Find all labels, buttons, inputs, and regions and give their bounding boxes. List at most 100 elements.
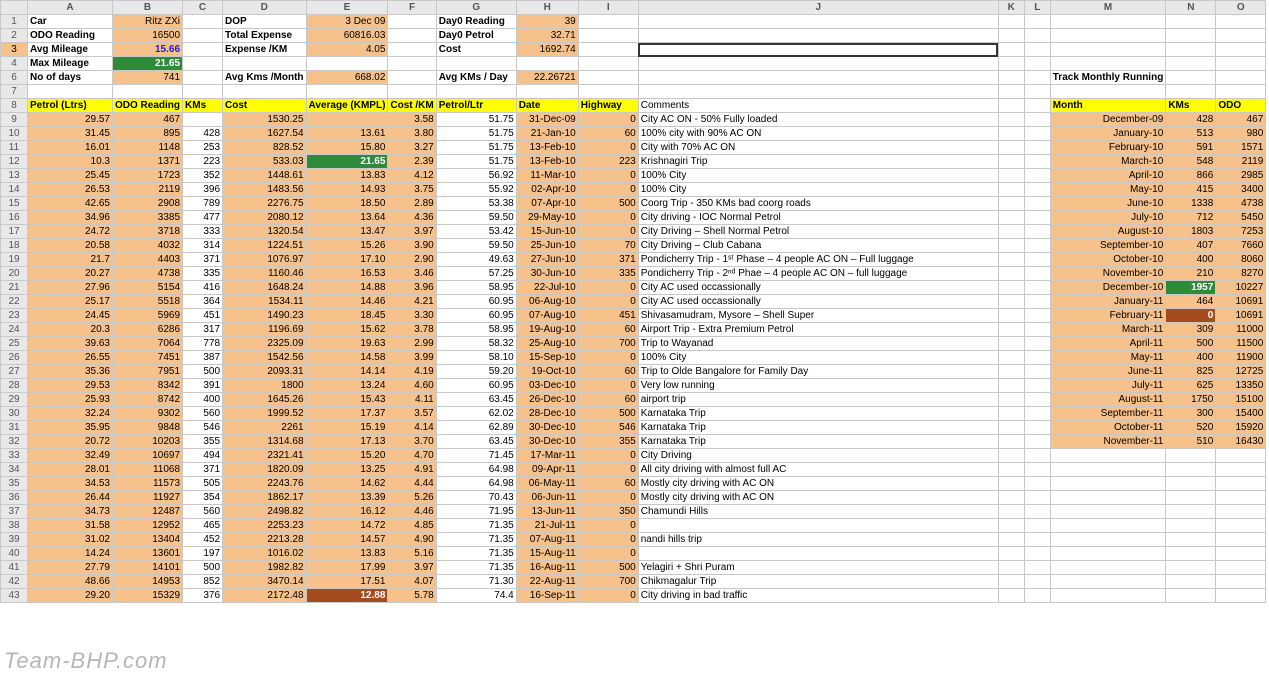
cell[interactable]: 32.24 (28, 407, 113, 421)
cell[interactable]: 11-Mar-10 (516, 169, 578, 183)
cell[interactable]: 396 (183, 183, 223, 197)
cell[interactable] (998, 323, 1024, 337)
cell[interactable] (1024, 281, 1050, 295)
cell[interactable]: 0 (578, 491, 638, 505)
cell[interactable]: 500 (578, 407, 638, 421)
cell[interactable]: 520 (1166, 421, 1216, 435)
cell[interactable] (1216, 561, 1266, 575)
cell[interactable]: Chikmagalur Trip (638, 575, 998, 589)
cell[interactable]: Cost (223, 99, 307, 113)
cell[interactable] (388, 15, 436, 29)
cell[interactable] (1024, 169, 1050, 183)
row-39[interactable]: 39 (1, 533, 28, 547)
cell[interactable] (1216, 29, 1266, 43)
cell[interactable]: 2213.28 (223, 533, 307, 547)
cell[interactable]: 63.45 (436, 393, 516, 407)
cell[interactable] (1024, 393, 1050, 407)
cell[interactable]: 7951 (113, 365, 183, 379)
cell[interactable]: March-11 (1050, 323, 1166, 337)
cell[interactable]: 980 (1216, 127, 1266, 141)
cell[interactable] (183, 113, 223, 127)
row-15[interactable]: 15 (1, 197, 28, 211)
cell[interactable] (1024, 267, 1050, 281)
cell[interactable] (998, 337, 1024, 351)
cell[interactable] (1050, 463, 1166, 477)
row-24[interactable]: 24 (1, 323, 28, 337)
cell[interactable]: February-10 (1050, 141, 1166, 155)
cell[interactable]: 4.05 (306, 43, 388, 57)
cell[interactable]: Airport Trip - Extra Premium Petrol (638, 323, 998, 337)
cell[interactable]: 8270 (1216, 267, 1266, 281)
cell[interactable]: Max Mileage (28, 57, 113, 71)
cell[interactable]: 10203 (113, 435, 183, 449)
cell[interactable]: April-11 (1050, 337, 1166, 351)
cell[interactable]: 18.50 (306, 197, 388, 211)
cell[interactable] (1024, 463, 1050, 477)
cell[interactable] (1166, 505, 1216, 519)
cell[interactable]: 1338 (1166, 197, 1216, 211)
cell[interactable]: 0 (578, 589, 638, 603)
cell[interactable]: 2276.75 (223, 197, 307, 211)
cell[interactable]: 21-Jul-11 (516, 519, 578, 533)
cell[interactable]: 16.53 (306, 267, 388, 281)
cell[interactable]: 24.72 (28, 225, 113, 239)
cell[interactable]: 60816.03 (306, 29, 388, 43)
cell[interactable]: 3.80 (388, 127, 436, 141)
cell[interactable]: 0 (578, 463, 638, 477)
cell[interactable]: 0 (578, 225, 638, 239)
cell[interactable]: 778 (183, 337, 223, 351)
cell[interactable]: 31-Dec-09 (516, 113, 578, 127)
cell[interactable]: 11500 (1216, 337, 1266, 351)
cell[interactable]: 51.75 (436, 141, 516, 155)
cell[interactable] (998, 29, 1024, 43)
cell[interactable] (1024, 505, 1050, 519)
cell[interactable] (113, 85, 183, 99)
cell[interactable] (1024, 211, 1050, 225)
cell[interactable]: 15.66 (113, 43, 183, 57)
cell[interactable]: 71.35 (436, 547, 516, 561)
row-32[interactable]: 32 (1, 435, 28, 449)
cell[interactable]: 513 (1166, 127, 1216, 141)
cell[interactable]: 0 (578, 351, 638, 365)
cell[interactable]: 4.11 (388, 393, 436, 407)
row-12[interactable]: 12 (1, 155, 28, 169)
cell[interactable]: 71.35 (436, 561, 516, 575)
cell[interactable] (1216, 575, 1266, 589)
cell[interactable] (1216, 589, 1266, 603)
cell[interactable] (998, 477, 1024, 491)
cell[interactable]: 1723 (113, 169, 183, 183)
cell[interactable] (998, 365, 1024, 379)
cell[interactable]: 4.85 (388, 519, 436, 533)
cell[interactable]: Mostly city driving with AC ON (638, 477, 998, 491)
cell[interactable] (1024, 407, 1050, 421)
cell[interactable] (998, 491, 1024, 505)
cell[interactable]: 60 (578, 127, 638, 141)
cell[interactable] (1024, 43, 1050, 57)
cell[interactable]: 02-Apr-10 (516, 183, 578, 197)
cell[interactable]: 15400 (1216, 407, 1266, 421)
cell[interactable] (1024, 127, 1050, 141)
cell[interactable] (1024, 561, 1050, 575)
cell[interactable] (638, 71, 998, 85)
cell[interactable]: 07-Aug-11 (516, 533, 578, 547)
cell[interactable]: 17.99 (306, 561, 388, 575)
cell[interactable] (1166, 575, 1216, 589)
cell[interactable]: 2261 (223, 421, 307, 435)
cell[interactable] (1024, 323, 1050, 337)
cell[interactable] (998, 127, 1024, 141)
cell[interactable]: 20.27 (28, 267, 113, 281)
cell[interactable]: 18.45 (306, 309, 388, 323)
cell[interactable]: 1224.51 (223, 239, 307, 253)
cell[interactable]: 13.83 (306, 169, 388, 183)
cell[interactable]: January-10 (1050, 127, 1166, 141)
cell[interactable]: 16-Sep-11 (516, 589, 578, 603)
cell[interactable]: 60 (578, 477, 638, 491)
cell[interactable]: 58.10 (436, 351, 516, 365)
cell[interactable]: 548 (1166, 155, 1216, 169)
cell[interactable]: 0 (578, 379, 638, 393)
cell[interactable]: 8742 (113, 393, 183, 407)
cell[interactable]: 1750 (1166, 393, 1216, 407)
cell[interactable]: 300 (1166, 407, 1216, 421)
cell[interactable]: 56.92 (436, 169, 516, 183)
cell[interactable] (638, 43, 998, 57)
